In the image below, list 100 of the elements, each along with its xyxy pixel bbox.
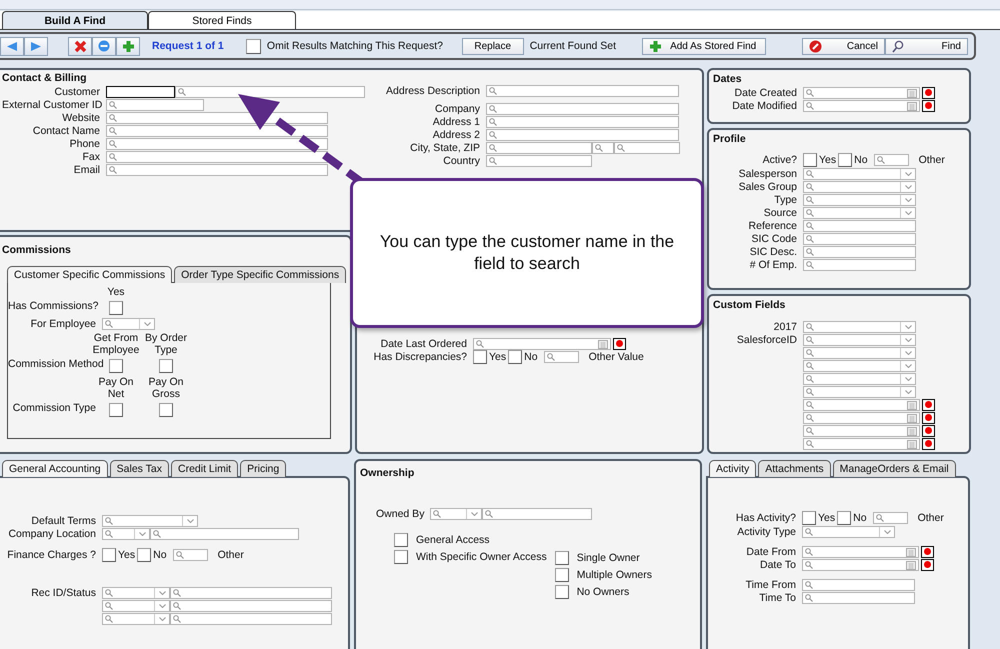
dropdown-field[interactable]	[430, 508, 482, 520]
checkbox[interactable]	[109, 300, 123, 315]
dropdown-field[interactable]	[102, 514, 198, 526]
checkbox[interactable]	[109, 402, 123, 417]
tab[interactable]: Attachments	[758, 460, 831, 477]
search-field[interactable]	[486, 116, 679, 128]
search-field[interactable]	[170, 586, 332, 598]
omit-button[interactable]	[92, 36, 116, 56]
search-field[interactable]	[486, 154, 592, 166]
dropdown-field[interactable]	[803, 180, 916, 192]
tab[interactable]: Customer Specific Commissions	[7, 266, 172, 283]
checkbox[interactable]	[554, 568, 569, 582]
checkbox[interactable]	[246, 38, 261, 54]
tab[interactable]: Activity	[709, 460, 756, 477]
checkbox[interactable]	[473, 350, 487, 364]
checkbox[interactable]	[159, 358, 173, 373]
checkbox[interactable]	[554, 585, 569, 599]
search-field[interactable]	[802, 592, 915, 604]
indicator-button[interactable]	[921, 546, 934, 558]
search-field[interactable]	[874, 154, 909, 166]
search-field[interactable]	[486, 102, 679, 114]
delete-request-button[interactable]	[68, 36, 92, 56]
text-field[interactable]	[106, 86, 175, 98]
find-button[interactable]: Find	[884, 38, 968, 54]
search-field[interactable]	[486, 84, 679, 96]
search-field[interactable]	[803, 232, 916, 244]
checkbox[interactable]	[508, 350, 522, 364]
date-field[interactable]	[803, 438, 920, 450]
tab[interactable]: Pricing	[240, 460, 286, 477]
dropdown-field[interactable]	[102, 318, 155, 330]
indicator-button[interactable]	[922, 100, 935, 112]
search-field[interactable]	[486, 128, 679, 140]
dropdown-field[interactable]	[803, 372, 916, 384]
dropdown-field[interactable]	[102, 586, 170, 598]
checkbox[interactable]	[803, 153, 817, 167]
previous-button[interactable]	[0, 36, 24, 56]
search-field[interactable]	[872, 512, 908, 524]
checkbox[interactable]	[159, 402, 173, 417]
dropdown-field[interactable]	[803, 168, 916, 180]
checkbox[interactable]	[137, 548, 152, 562]
date-field[interactable]	[473, 338, 611, 350]
search-field[interactable]	[175, 86, 365, 98]
dropdown-field[interactable]	[803, 386, 916, 398]
indicator-button[interactable]	[613, 338, 626, 350]
dropdown-field[interactable]	[803, 334, 916, 346]
checkbox[interactable]	[394, 533, 408, 547]
tab[interactable]: Order Type Specific Commissions	[174, 266, 346, 283]
date-field[interactable]	[803, 412, 920, 424]
date-field[interactable]	[802, 558, 919, 570]
dropdown-field[interactable]	[803, 360, 916, 372]
indicator-button[interactable]	[922, 398, 935, 410]
tab[interactable]: ManageOrders & Email	[832, 460, 956, 477]
search-field[interactable]	[544, 351, 579, 363]
date-field[interactable]	[803, 398, 920, 410]
dropdown-field[interactable]	[802, 526, 895, 538]
date-field[interactable]	[803, 424, 920, 436]
cancel-button[interactable]: Cancel	[802, 38, 885, 54]
dropdown-field[interactable]	[102, 528, 150, 540]
search-field[interactable]	[803, 258, 916, 270]
search-field[interactable]	[106, 150, 328, 162]
tab[interactable]: Credit Limit	[171, 460, 238, 477]
indicator-button[interactable]	[922, 424, 935, 436]
add-request-button[interactable]	[116, 36, 140, 56]
dropdown-field[interactable]	[102, 612, 170, 624]
tab[interactable]: Sales Tax	[110, 460, 169, 477]
search-field[interactable]	[172, 549, 208, 561]
search-field[interactable]	[803, 246, 916, 258]
indicator-button[interactable]	[922, 438, 935, 450]
date-field[interactable]	[803, 100, 920, 112]
date-field[interactable]	[802, 546, 919, 558]
checkbox[interactable]	[109, 358, 123, 373]
search-field[interactable]	[106, 124, 328, 136]
add-stored-find-button[interactable]: Add As Stored Find	[642, 38, 766, 54]
search-field[interactable]	[614, 142, 680, 154]
checkbox[interactable]	[837, 511, 852, 525]
tab[interactable]: General Accounting	[2, 460, 108, 477]
checkbox[interactable]	[554, 551, 569, 565]
indicator-button[interactable]	[922, 412, 935, 424]
dropdown-field[interactable]	[102, 600, 170, 612]
search-field[interactable]	[486, 142, 592, 154]
search-field[interactable]	[150, 528, 299, 540]
search-field[interactable]	[592, 142, 614, 154]
search-field[interactable]	[170, 600, 332, 612]
checkbox[interactable]	[102, 548, 116, 562]
checkbox[interactable]	[802, 511, 816, 525]
search-field[interactable]	[170, 612, 332, 624]
tab[interactable]: Build A Find	[2, 11, 148, 29]
indicator-button[interactable]	[922, 86, 935, 98]
dropdown-field[interactable]	[803, 206, 916, 218]
search-field[interactable]	[106, 98, 204, 110]
search-field[interactable]	[106, 112, 328, 124]
dropdown-field[interactable]	[803, 194, 916, 206]
search-field[interactable]	[803, 220, 916, 232]
next-button[interactable]	[24, 36, 48, 56]
dropdown-field[interactable]	[803, 320, 916, 332]
checkbox[interactable]	[394, 550, 408, 564]
date-field[interactable]	[803, 86, 920, 98]
search-field[interactable]	[802, 578, 915, 590]
replace-button[interactable]: Replace	[462, 38, 524, 54]
tab[interactable]: Stored Finds	[148, 11, 296, 29]
